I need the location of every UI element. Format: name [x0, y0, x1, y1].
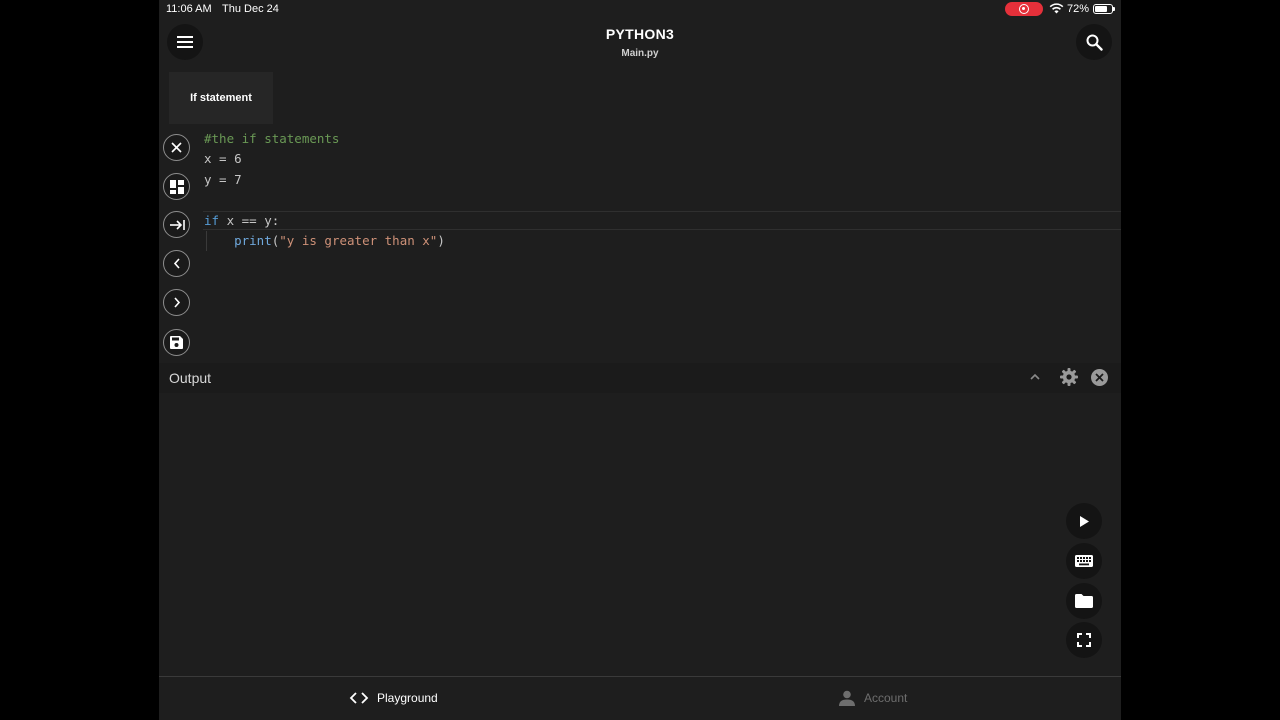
status-bar: 11:06 AM Thu Dec 24 72% — [159, 0, 1121, 18]
fullscreen-icon — [1077, 633, 1091, 647]
code-line-1: #the if statements — [204, 129, 339, 149]
chevron-up-icon[interactable] — [1029, 369, 1041, 385]
keyboard-button[interactable] — [1066, 543, 1102, 579]
search-icon — [1086, 34, 1103, 51]
run-button[interactable] — [1066, 503, 1102, 539]
save-button[interactable] — [163, 329, 190, 356]
app-screen: 11:06 AM Thu Dec 24 72% PYTHON3 Main.py … — [159, 0, 1121, 720]
save-icon — [170, 336, 183, 349]
code-line-5: if x == y: — [204, 211, 279, 231]
screen-recording-indicator — [1005, 2, 1043, 16]
indent-button[interactable] — [163, 211, 190, 238]
tab-if-statement[interactable]: If statement — [169, 72, 273, 124]
current-line-highlight — [203, 211, 1121, 230]
folder-icon — [1075, 594, 1093, 608]
status-date: Thu Dec 24 — [222, 3, 279, 15]
record-icon — [1019, 4, 1029, 14]
code-string: "y is greater than x" — [279, 233, 438, 248]
nav-playground-label: Playground — [377, 691, 438, 705]
layout-button[interactable] — [163, 173, 190, 200]
tab-label: If statement — [190, 92, 252, 104]
chevron-left-icon — [173, 258, 180, 269]
nav-account-label: Account — [864, 691, 908, 705]
code-keyword: if — [204, 213, 220, 228]
page-title: PYTHON3 — [605, 26, 675, 42]
code-text: x == y: — [219, 213, 280, 228]
output-panel-header: Output — [159, 363, 1121, 393]
code-line-6: print("y is greater than x") — [204, 231, 445, 251]
code-line-2: x = 6 — [204, 149, 242, 169]
nav-playground[interactable]: Playground — [349, 691, 438, 705]
code-editor[interactable]: #the if statements x = 6 y = 7 if x == y… — [203, 128, 1121, 363]
chevron-right-icon — [173, 297, 180, 308]
close-icon — [171, 142, 182, 153]
close-circle-icon[interactable] — [1090, 368, 1109, 387]
battery-icon — [1093, 4, 1115, 14]
search-button[interactable] — [1076, 24, 1112, 60]
play-icon — [1080, 515, 1089, 527]
gear-icon[interactable] — [1059, 367, 1079, 387]
dashboard-icon — [169, 179, 184, 194]
battery-percent: 72% — [1067, 3, 1090, 15]
fullscreen-button[interactable] — [1066, 622, 1102, 658]
wifi-icon — [1049, 3, 1064, 14]
files-button[interactable] — [1066, 583, 1102, 619]
code-comment: #the if statements — [204, 131, 340, 146]
output-label: Output — [169, 370, 212, 386]
file-name: Main.py — [621, 48, 659, 59]
close-file-button[interactable] — [163, 134, 190, 161]
code-brackets-icon — [349, 692, 369, 704]
code-text: x = 6 — [204, 151, 242, 166]
battery-level — [1095, 6, 1107, 12]
code-paren: ) — [437, 233, 445, 248]
code-text: y = 7 — [204, 172, 242, 187]
nav-account[interactable]: Account — [839, 690, 907, 706]
status-time: 11:06 AM — [166, 3, 212, 15]
next-button[interactable] — [163, 289, 190, 316]
code-function: print — [234, 233, 272, 248]
person-icon — [839, 690, 855, 706]
tab-indent-icon — [169, 219, 185, 230]
bottom-navigation: Playground Account — [159, 676, 1121, 720]
code-line-3: y = 7 — [204, 170, 242, 190]
keyboard-icon — [1075, 555, 1093, 567]
previous-button[interactable] — [163, 250, 190, 277]
